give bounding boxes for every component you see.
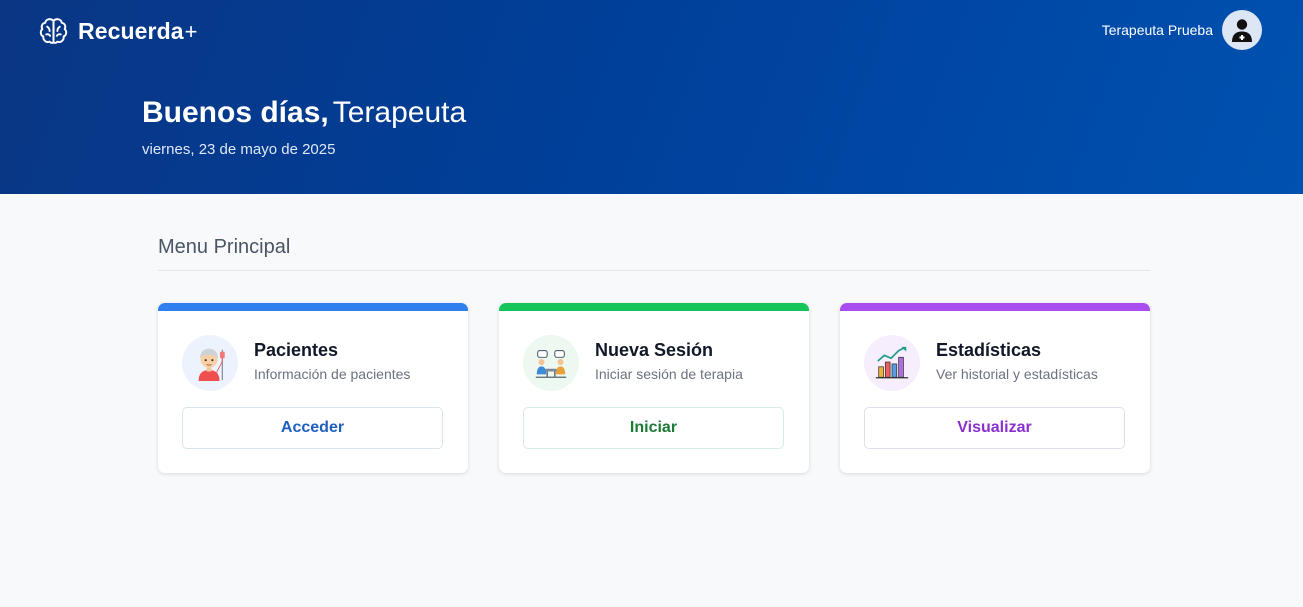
user-doctor-icon [1232,19,1252,42]
therapy-session-icon [535,350,567,378]
section-divider [158,270,1150,271]
greeting: Buenos días, Terapeuta [142,93,466,133]
card-title: Pacientes [254,340,339,360]
card-accent-bar [840,303,1150,311]
card-icon-circle [864,335,920,391]
brand[interactable]: Recuerda+ [38,15,198,47]
card-description: Ver historial y estadísticas [936,366,1098,382]
header-banner: Recuerda+ Terapeuta Prueba Buenos días, T… [0,0,1303,194]
iniciar-button[interactable]: Iniciar [523,407,784,449]
greeting-name: Terapeuta [332,96,467,129]
visualizar-button[interactable]: Visualizar [864,407,1125,449]
card-icon-circle [182,335,238,391]
patient-icon [198,348,225,382]
card-pacientes: Pacientes Información de pacientes Acced… [158,303,468,473]
section-title: Menu Principal [158,236,291,258]
card-title: Estadísticas [936,340,1042,360]
user-name: Terapeuta Prueba [1101,22,1213,38]
app-name: Recuerda+ [78,17,198,44]
avatar[interactable] [1222,10,1262,50]
card-accent-bar [158,303,468,311]
card-accent-bar [499,303,809,311]
brain-logo-icon [39,17,68,44]
card-description: Información de pacientes [254,366,411,382]
app-name-suffix: + [184,18,198,44]
card-estadisticas: Estadísticas Ver historial y estadística… [840,303,1150,473]
card-nueva-sesion: Nueva Sesión Iniciar sesión de terapia I… [499,303,809,473]
card-icon-circle [523,335,579,391]
user-menu[interactable]: Terapeuta Prueba [1102,10,1262,50]
statistics-chart-icon [875,346,909,379]
card-title: Nueva Sesión [595,340,714,360]
current-date: viernes, 23 de mayo de 2025 [142,141,336,158]
acceder-button[interactable]: Acceder [182,407,443,449]
card-description: Iniciar sesión de terapia [595,366,743,382]
greeting-salutation: Buenos días, [142,96,329,129]
